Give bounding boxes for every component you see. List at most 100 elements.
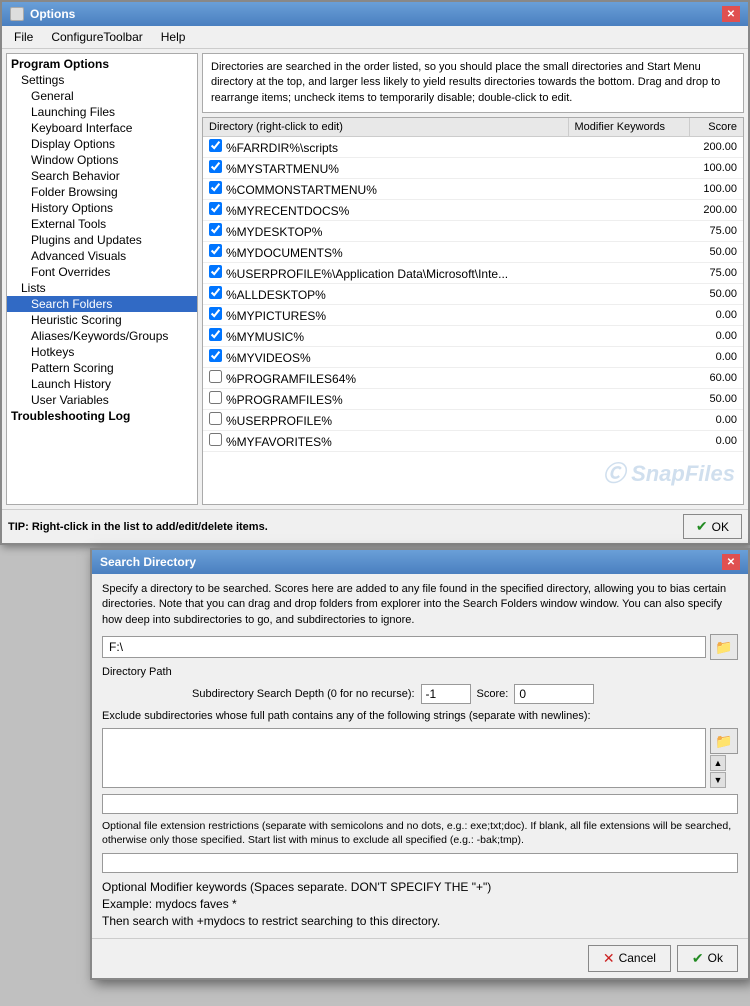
sidebar-item-external-tools[interactable]: External Tools [7, 216, 197, 232]
dir-score: 0.00 [689, 410, 743, 431]
exclude-browse-button[interactable]: 📁 [710, 728, 738, 754]
menu-help[interactable]: Help [153, 28, 194, 46]
score-input[interactable] [514, 684, 594, 704]
subdir-depth-input[interactable] [421, 684, 471, 704]
dir-checkbox[interactable] [209, 223, 222, 236]
dir-checkbox[interactable] [209, 412, 222, 425]
modifier-section: Optional Modifier keywords (Spaces separ… [102, 879, 738, 929]
dir-modifier [568, 158, 689, 179]
sidebar-item-folder-browsing[interactable]: Folder Browsing [7, 184, 197, 200]
dir-checkbox[interactable] [209, 202, 222, 215]
dir-modifier [568, 284, 689, 305]
sidebar-item-search-folders[interactable]: Search Folders [7, 296, 197, 312]
dir-checkbox[interactable] [209, 181, 222, 194]
dir-checkbox[interactable] [209, 160, 222, 173]
sidebar-item-troubleshooting[interactable]: Troubleshooting Log [7, 408, 197, 424]
dir-modifier [568, 431, 689, 452]
directory-table: Directory (right-click to edit) Modifier… [203, 118, 743, 452]
options-main-content: Directories are searched in the order li… [202, 53, 744, 505]
path-input[interactable] [102, 636, 706, 658]
col-modifier: Modifier Keywords [568, 118, 689, 137]
table-row: %MYSTARTMENU%100.00 [203, 158, 743, 179]
dir-checkbox[interactable] [209, 433, 222, 446]
options-body: Program Options Settings General Launchi… [2, 49, 748, 509]
sidebar-item-advanced-visuals[interactable]: Advanced Visuals [7, 248, 197, 264]
sidebar-item-plugins-updates[interactable]: Plugins and Updates [7, 232, 197, 248]
search-desc-text: Specify a directory to be searched. Scor… [102, 582, 738, 628]
dir-modifier [568, 326, 689, 347]
scroll-down-button[interactable]: ▼ [710, 772, 726, 788]
dir-modifier [568, 368, 689, 389]
dir-checkbox[interactable] [209, 139, 222, 152]
directory-path-label: Directory Path [102, 666, 738, 678]
path-browse-button[interactable]: 📁 [710, 634, 738, 660]
table-row: %MYDESKTOP%75.00 [203, 221, 743, 242]
sidebar-item-font-overrides[interactable]: Font Overrides [7, 264, 197, 280]
sidebar-item-search-behavior[interactable]: Search Behavior [7, 168, 197, 184]
sidebar-item-display-options[interactable]: Display Options [7, 136, 197, 152]
sidebar-item-general[interactable]: General [7, 88, 197, 104]
options-close-button[interactable]: ✕ [722, 6, 740, 22]
dir-modifier [568, 200, 689, 221]
options-sidebar: Program Options Settings General Launchi… [6, 53, 198, 505]
sidebar-item-heuristic-scoring[interactable]: Heuristic Scoring [7, 312, 197, 328]
dir-checkbox[interactable] [209, 391, 222, 404]
dir-path: %COMMONSTARTMENU% [226, 183, 377, 197]
tip-text: TIP: Right-click in the list to add/edit… [8, 521, 268, 533]
dir-checkbox[interactable] [209, 349, 222, 362]
extension-input[interactable] [102, 794, 738, 814]
dir-checkbox[interactable] [209, 265, 222, 278]
options-dialog: Options ✕ File ConfigureToolbar Help Pro… [0, 0, 750, 545]
dir-path: %MYVIDEOS% [226, 351, 311, 365]
options-title: Options [30, 7, 75, 21]
dir-checkbox[interactable] [209, 286, 222, 299]
sidebar-item-pattern-scoring[interactable]: Pattern Scoring [7, 360, 197, 376]
ok-check-icon: ✔ [696, 518, 708, 535]
menu-configure-toolbar[interactable]: ConfigureToolbar [43, 28, 150, 46]
options-title-bar: Options ✕ [2, 2, 748, 26]
dir-score: 50.00 [689, 242, 743, 263]
sidebar-item-program-options[interactable]: Program Options [7, 56, 197, 72]
exclude-textarea[interactable] [102, 728, 706, 788]
dir-score: 0.00 [689, 431, 743, 452]
dir-path: %MYPICTURES% [226, 309, 326, 323]
modifier-label: Optional Modifier keywords (Spaces separ… [102, 879, 738, 896]
search-ok-label: Ok [708, 951, 723, 965]
sidebar-item-settings[interactable]: Settings [7, 72, 197, 88]
dir-score: 75.00 [689, 221, 743, 242]
sidebar-item-hotkeys[interactable]: Hotkeys [7, 344, 197, 360]
dir-path: %MYMUSIC% [226, 330, 304, 344]
search-dialog-title: Search Directory [100, 555, 196, 569]
search-ok-button[interactable]: ✔ Ok [677, 945, 738, 972]
dir-path: %MYFAVORITES% [226, 435, 332, 449]
sidebar-item-lists[interactable]: Lists [7, 280, 197, 296]
search-dialog-bottom-bar: ✕ Cancel ✔ Ok [92, 938, 748, 978]
table-row: %USERPROFILE%\Application Data\Microsoft… [203, 263, 743, 284]
table-row: %MYVIDEOS%0.00 [203, 347, 743, 368]
table-row: %MYRECENTDOCS%200.00 [203, 200, 743, 221]
search-dialog-close-button[interactable]: ✕ [722, 554, 740, 570]
sidebar-item-history-options[interactable]: History Options [7, 200, 197, 216]
dir-score: 200.00 [689, 200, 743, 221]
dir-modifier [568, 221, 689, 242]
title-bar-icon [10, 7, 24, 21]
sidebar-item-window-options[interactable]: Window Options [7, 152, 197, 168]
scroll-up-button[interactable]: ▲ [710, 755, 726, 771]
sidebar-item-launching-files[interactable]: Launching Files [7, 104, 197, 120]
dir-checkbox[interactable] [209, 328, 222, 341]
sidebar-item-user-variables[interactable]: User Variables [7, 392, 197, 408]
dir-checkbox[interactable] [209, 307, 222, 320]
dir-checkbox[interactable] [209, 244, 222, 257]
menu-file[interactable]: File [6, 28, 41, 46]
sidebar-item-launch-history[interactable]: Launch History [7, 376, 197, 392]
options-ok-button[interactable]: ✔ OK [683, 514, 742, 539]
modifier-input[interactable] [102, 853, 738, 873]
table-row: %USERPROFILE%0.00 [203, 410, 743, 431]
sidebar-item-aliases[interactable]: Aliases/Keywords/Groups [7, 328, 197, 344]
subdir-label: Subdirectory Search Depth (0 for no recu… [192, 688, 415, 700]
cancel-button[interactable]: ✕ Cancel [588, 945, 671, 972]
dir-checkbox[interactable] [209, 370, 222, 383]
dir-score: 50.00 [689, 389, 743, 410]
exclude-folder-icon: 📁 [715, 733, 732, 750]
sidebar-item-keyboard-interface[interactable]: Keyboard Interface [7, 120, 197, 136]
